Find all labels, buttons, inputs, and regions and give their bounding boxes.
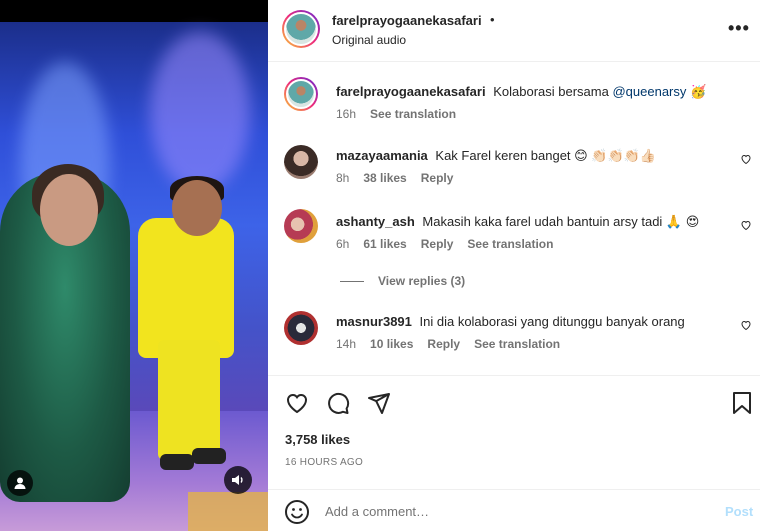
comment-meta: 8h 38 likes Reply: [336, 171, 453, 185]
comment-avatar[interactable]: [284, 311, 318, 345]
emoji-icon[interactable]: [284, 499, 310, 525]
volume-icon[interactable]: [224, 466, 252, 494]
view-replies-label[interactable]: View replies (3): [378, 274, 465, 288]
comment-likes[interactable]: 10 likes: [370, 337, 413, 351]
caption-time[interactable]: 16h: [336, 107, 356, 121]
caption-translate[interactable]: See translation: [370, 107, 456, 121]
caption-meta: 16h See translation: [336, 107, 456, 121]
comment-like-heart-icon[interactable]: [740, 153, 752, 168]
comment-reply-button[interactable]: Reply: [427, 337, 460, 351]
caption-emoji: 🥳: [690, 84, 707, 99]
comment-reply-button[interactable]: Reply: [421, 237, 454, 251]
post-timestamp[interactable]: 16 HOURS AGO: [285, 457, 363, 468]
comment-username[interactable]: masnur3891: [336, 314, 412, 329]
comment-composer: Post: [268, 489, 760, 531]
post-details-panel: farelprayogaanekasafari • Original audio…: [268, 0, 760, 531]
comment-username[interactable]: ashanty_ash: [336, 214, 415, 229]
comment-text: mazayaamania Kak Farel keren banget 😊 👏🏻…: [336, 147, 736, 165]
caption-mention[interactable]: @queenarsy: [612, 84, 686, 99]
view-replies-button[interactable]: View replies (3): [340, 274, 465, 288]
user-tag-icon[interactable]: [7, 470, 33, 496]
comment-like-heart-icon[interactable]: [740, 219, 752, 234]
comment-icon[interactable]: [325, 390, 351, 416]
add-comment-input[interactable]: [325, 500, 705, 522]
comment-likes[interactable]: 61 likes: [363, 237, 406, 251]
comment-translate[interactable]: See translation: [474, 337, 560, 351]
audio-label[interactable]: Original audio: [332, 33, 406, 47]
comment-text: ashanty_ash Makasih kaka farel udah bant…: [336, 213, 736, 231]
comment-likes[interactable]: 38 likes: [363, 171, 406, 185]
comment-translate[interactable]: See translation: [467, 237, 553, 251]
comment-body: Kak Farel keren banget 😊 👏🏻👏🏻👏🏻👍🏻: [435, 148, 657, 163]
comment-body: Makasih kaka farel udah bantuin arsy tad…: [422, 214, 700, 229]
post-comment-button[interactable]: Post: [725, 504, 753, 519]
caption-avatar[interactable]: [284, 77, 318, 111]
action-buttons: [284, 390, 392, 416]
comment-avatar[interactable]: [284, 209, 318, 243]
likes-count[interactable]: 3,758 likes: [285, 432, 350, 447]
replies-divider: [340, 280, 364, 282]
caption-text: farelprayogaanekasafari Kolaborasi bersa…: [336, 83, 736, 101]
comment-meta: 14h 10 likes Reply See translation: [336, 337, 560, 351]
comment-meta: 6h 61 likes Reply See translation: [336, 237, 553, 251]
comment-time[interactable]: 8h: [336, 171, 349, 185]
bookmark-icon[interactable]: [729, 390, 755, 416]
author-avatar[interactable]: [282, 10, 320, 48]
comment-body: Ini dia kolaborasi yang ditunggu banyak …: [419, 314, 685, 329]
comment-time[interactable]: 14h: [336, 337, 356, 351]
caption-body: Kolaborasi bersama: [493, 84, 609, 99]
comment-time[interactable]: 6h: [336, 237, 349, 251]
post-media-video[interactable]: [0, 0, 268, 531]
comment-avatar[interactable]: [284, 145, 318, 179]
comments-list: farelprayogaanekasafari Kolaborasi bersa…: [268, 63, 760, 375]
post-header: farelprayogaanekasafari • Original audio…: [268, 0, 760, 62]
video-frame: [0, 22, 268, 531]
comment-text: masnur3891 Ini dia kolaborasi yang ditun…: [336, 313, 736, 331]
comment-username[interactable]: mazayaamania: [336, 148, 428, 163]
more-options-icon[interactable]: •••: [728, 18, 750, 39]
share-icon[interactable]: [366, 390, 392, 416]
caption-username[interactable]: farelprayogaanekasafari: [336, 84, 486, 99]
heart-icon[interactable]: [284, 390, 310, 416]
header-separator: •: [490, 12, 495, 27]
comment-reply-button[interactable]: Reply: [421, 171, 454, 185]
author-username[interactable]: farelprayogaanekasafari: [332, 13, 482, 28]
comment-like-heart-icon[interactable]: [740, 319, 752, 334]
